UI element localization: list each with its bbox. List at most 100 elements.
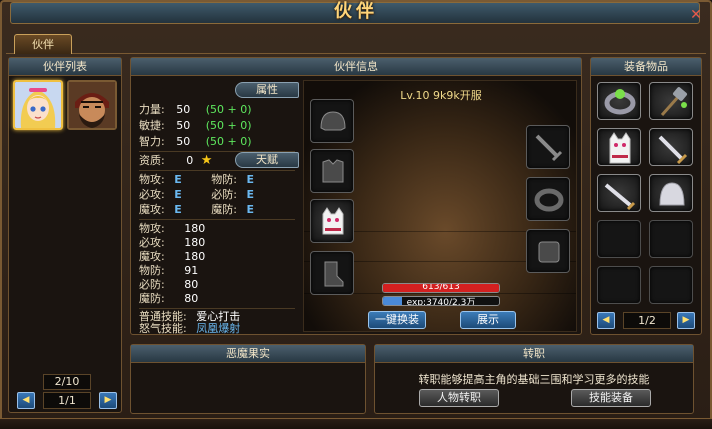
equip-slot-boots[interactable] bbox=[310, 251, 354, 295]
aptitude-label: 资质: bbox=[139, 154, 165, 167]
grade-row: 必攻: E 必防: E bbox=[139, 187, 254, 202]
stat-label: 智力: bbox=[139, 135, 165, 148]
tab-bar: 伙伴 bbox=[6, 30, 706, 54]
character-stage: Lv.10 9k9k开服 613/613 exp:3740/2.3万 一键换装 … bbox=[303, 80, 577, 332]
grade-value: E bbox=[246, 173, 254, 186]
stat-value: 50 bbox=[176, 135, 191, 148]
skill-row-rage: 怒气技能: 凤凰爆射 bbox=[139, 323, 240, 335]
equip-slot-weapon[interactable] bbox=[526, 125, 570, 169]
devil-fruit-panel: 恶魔果实 bbox=[130, 344, 366, 414]
value-row: 魔防: 80 bbox=[139, 291, 198, 306]
job-change-panel: 转职 转职能够提高主角的基础三围和学习更多的技能 人物转职 技能装备 bbox=[374, 344, 694, 414]
inventory-slot-1[interactable] bbox=[597, 82, 641, 120]
stat-row-intellect: 智力: 50 (50 + 0) bbox=[139, 134, 252, 149]
ring-icon bbox=[534, 188, 564, 212]
skill-label: 怒气技能: bbox=[139, 322, 187, 335]
equip-slot-accessory[interactable] bbox=[526, 229, 570, 273]
cat-costume-icon bbox=[322, 207, 344, 235]
aptitude-value: 0 bbox=[186, 154, 194, 167]
stat-value: 50 bbox=[176, 103, 191, 116]
value-label: 必攻: bbox=[139, 236, 165, 249]
inventory-slot-8[interactable] bbox=[649, 220, 693, 258]
value-label: 物防: bbox=[139, 264, 165, 277]
hammer-icon bbox=[660, 87, 687, 116]
sword-icon bbox=[658, 135, 688, 165]
equip-slot-armor[interactable] bbox=[310, 149, 354, 193]
bracer-icon bbox=[538, 241, 560, 263]
value-number: 180 bbox=[184, 222, 206, 235]
blade-icon bbox=[604, 183, 636, 211]
grade-label: 必攻: bbox=[139, 188, 165, 201]
value-row: 必攻: 180 bbox=[139, 235, 205, 250]
equip-slot-helmet[interactable] bbox=[310, 99, 354, 143]
inventory-slot-9[interactable] bbox=[597, 266, 641, 304]
equipment-page-number: 1/2 bbox=[623, 312, 671, 329]
bottom-border bbox=[0, 418, 712, 429]
partner-info-header: 伙伴信息 bbox=[131, 58, 581, 76]
equip-slot-ring[interactable] bbox=[526, 177, 570, 221]
partner-list-header: 伙伴列表 bbox=[9, 58, 121, 76]
equipment-next-page-button[interactable]: ▶ bbox=[677, 312, 695, 329]
divider bbox=[139, 219, 295, 220]
partner-pager: ◀ 1/1 ▶ bbox=[17, 392, 117, 410]
equipment-header: 装备物品 bbox=[591, 58, 701, 76]
value-label: 魔防: bbox=[139, 292, 165, 305]
window-title: 伙伴 bbox=[334, 1, 378, 22]
exp-bar: exp:3740/2.3万 bbox=[382, 296, 500, 306]
show-button[interactable]: 展示 bbox=[460, 311, 516, 329]
grade-value: E bbox=[174, 203, 182, 216]
blonde-girl-portrait-icon bbox=[15, 82, 61, 128]
partner-portrait-2[interactable] bbox=[67, 80, 117, 130]
stats-column: 属性 力量: 50 (50 + 0) 敏捷: 50 (50 + 0) 智力: 5… bbox=[135, 80, 299, 335]
hp-bar: 613/613 bbox=[382, 283, 500, 293]
inventory-slot-10[interactable] bbox=[649, 266, 693, 304]
helmet-icon bbox=[320, 111, 346, 131]
inventory-slot-7[interactable] bbox=[597, 220, 641, 258]
value-number: 80 bbox=[184, 278, 199, 291]
inventory-slot-4[interactable] bbox=[649, 128, 693, 166]
value-row: 魔攻: 180 bbox=[139, 249, 205, 264]
inventory-slot-5[interactable] bbox=[597, 174, 641, 212]
tab-partner[interactable]: 伙伴 bbox=[14, 34, 72, 54]
stat-row-strength: 力量: 50 (50 + 0) bbox=[139, 102, 252, 117]
value-row: 物攻: 180 bbox=[139, 221, 205, 236]
skill-name[interactable]: 凤凰爆射 bbox=[196, 322, 240, 335]
hp-text: 613/613 bbox=[422, 283, 460, 292]
stat-row-agility: 敏捷: 50 (50 + 0) bbox=[139, 118, 252, 133]
partner-prev-page-button[interactable]: ◀ bbox=[17, 392, 35, 409]
partner-info-panel: 伙伴信息 属性 力量: 50 (50 + 0) 敏捷: 50 (50 + 0) … bbox=[130, 57, 582, 335]
partner-page-number: 1/1 bbox=[43, 392, 91, 409]
equipment-prev-page-button[interactable]: ◀ bbox=[597, 312, 615, 329]
one-key-equip-button[interactable]: 一键换装 bbox=[368, 311, 426, 329]
character-job-change-button[interactable]: 人物转职 bbox=[419, 389, 499, 407]
skill-equip-button[interactable]: 技能装备 bbox=[571, 389, 651, 407]
grade-label: 必防: bbox=[211, 188, 237, 201]
green-ring-icon bbox=[604, 89, 636, 115]
close-icon[interactable]: ✕ bbox=[688, 8, 704, 22]
attributes-tab[interactable]: 属性 bbox=[235, 82, 299, 98]
job-change-description: 转职能够提高主角的基础三围和学习更多的技能 bbox=[418, 373, 650, 386]
equip-slot-costume[interactable] bbox=[310, 199, 354, 243]
value-label: 魔攻: bbox=[139, 250, 165, 263]
aptitude-row: 资质: 0 ★ bbox=[139, 153, 212, 168]
value-number: 180 bbox=[184, 236, 206, 249]
grade-value: E bbox=[246, 203, 254, 216]
stat-bonus: (50 + 0) bbox=[205, 103, 252, 116]
grade-row: 物攻: E 物防: E bbox=[139, 172, 254, 187]
partner-next-page-button[interactable]: ▶ bbox=[99, 392, 117, 409]
exp-text: exp:3740/2.3万 bbox=[406, 298, 476, 306]
talent-tab[interactable]: 天赋 bbox=[235, 152, 299, 168]
cat-costume-icon bbox=[609, 132, 631, 164]
value-row: 物防: 91 bbox=[139, 263, 198, 278]
devil-fruit-header: 恶魔果实 bbox=[131, 345, 365, 363]
partner-portrait-1[interactable] bbox=[13, 80, 63, 130]
stat-bonus: (50 + 0) bbox=[205, 135, 252, 148]
stat-value: 50 bbox=[176, 119, 191, 132]
inventory-slot-6[interactable] bbox=[649, 174, 693, 212]
inventory-slot-3[interactable] bbox=[597, 128, 641, 166]
inventory-slot-2[interactable] bbox=[649, 82, 693, 120]
grade-value: E bbox=[174, 188, 182, 201]
grade-label: 魔防: bbox=[211, 203, 237, 216]
divider bbox=[139, 170, 295, 171]
grade-row: 魔攻: E 魔防: E bbox=[139, 202, 254, 217]
